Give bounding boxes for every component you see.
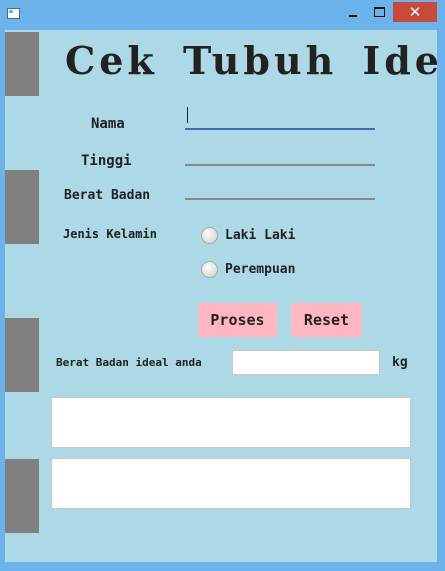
radio-circle-icon[interactable] — [201, 227, 218, 244]
side-block-2 — [5, 170, 39, 244]
text-caret — [187, 107, 188, 123]
app-window: ✕ Cek Tubuh Ideal Nama Tinggi Berat Bada… — [0, 0, 445, 571]
app-icon — [7, 8, 20, 19]
side-block-3 — [5, 318, 39, 392]
title-bar[interactable]: ✕ — [0, 0, 445, 30]
window-right-edge — [437, 30, 445, 562]
close-icon: ✕ — [408, 3, 422, 21]
close-button[interactable]: ✕ — [393, 2, 437, 22]
form-panel: Cek Tubuh Ideal Nama Tinggi Berat Badan … — [5, 30, 437, 562]
nama-input[interactable] — [185, 106, 375, 130]
output-area-2[interactable] — [51, 458, 411, 509]
nama-label: Nama — [91, 116, 125, 132]
proses-button[interactable]: Proses — [198, 303, 277, 337]
radio-laki-laki[interactable]: Laki Laki — [201, 227, 295, 244]
radio-circle-icon[interactable] — [201, 261, 218, 278]
berat-badan-input[interactable] — [185, 176, 375, 200]
berat-badan-label: Berat Badan — [64, 188, 151, 203]
unit-label: kg — [392, 355, 408, 370]
minimize-icon — [348, 15, 357, 17]
window-bottom-edge — [0, 562, 445, 571]
radio-laki-laki-label[interactable]: Laki Laki — [225, 228, 295, 243]
tinggi-label: Tinggi — [81, 153, 132, 169]
page-title: Cek Tubuh Ideal — [65, 38, 437, 83]
radio-perempuan[interactable]: Perempuan — [201, 261, 295, 278]
result-label: Berat Badan ideal anda — [56, 356, 202, 369]
output-area-1[interactable] — [51, 397, 411, 448]
side-block-1 — [5, 32, 39, 96]
maximize-button[interactable] — [367, 2, 392, 22]
ideal-weight-field[interactable] — [232, 350, 380, 375]
tinggi-input[interactable] — [185, 142, 375, 166]
maximize-icon — [374, 7, 385, 17]
radio-perempuan-label[interactable]: Perempuan — [225, 262, 295, 277]
reset-button[interactable]: Reset — [291, 303, 362, 337]
side-block-4 — [5, 459, 39, 533]
minimize-button[interactable] — [340, 2, 365, 22]
jenis-kelamin-label: Jenis Kelamin — [63, 227, 157, 241]
